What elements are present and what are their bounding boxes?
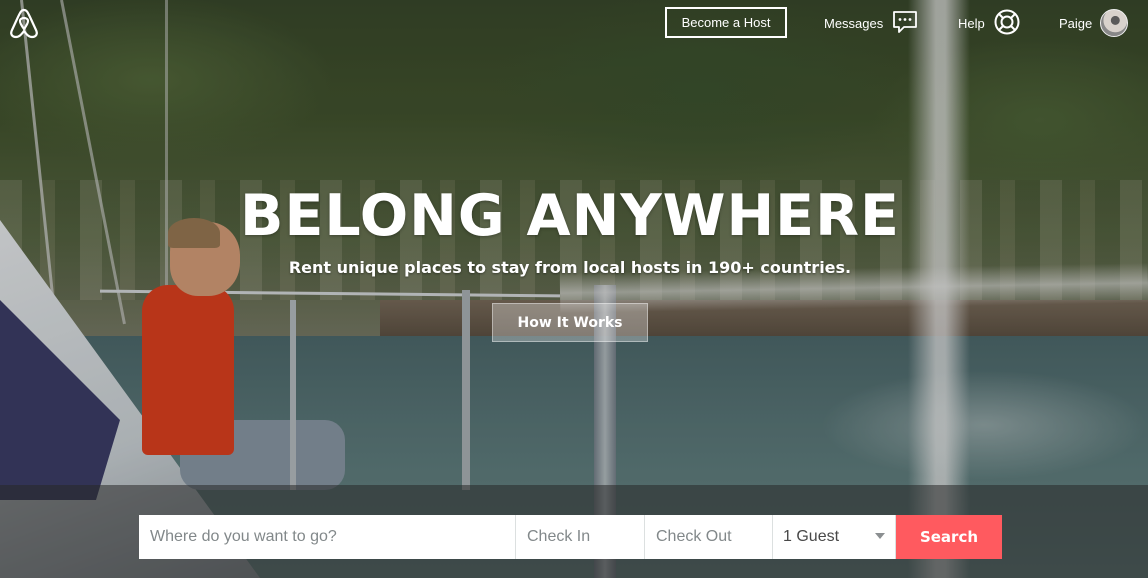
- how-it-works-button[interactable]: How It Works: [492, 303, 648, 342]
- message-bubble-icon: [891, 9, 919, 38]
- hero-headline: BELONG ANYWHERE: [240, 183, 900, 249]
- help-link[interactable]: Help: [958, 8, 1021, 38]
- help-label: Help: [958, 15, 985, 31]
- hero-subline: Rent unique places to stay from local ho…: [288, 258, 852, 277]
- airbnb-logo-icon[interactable]: [8, 6, 40, 40]
- messages-link[interactable]: Messages: [824, 8, 919, 38]
- check-in-input[interactable]: Check In: [516, 515, 645, 559]
- check-out-input[interactable]: Check Out: [645, 515, 773, 559]
- destination-input[interactable]: Where do you want to go?: [139, 515, 516, 559]
- lifebuoy-icon: [993, 8, 1021, 39]
- user-name: Paige: [1059, 15, 1093, 31]
- user-menu[interactable]: Paige: [1059, 8, 1129, 38]
- guests-value: 1 Guest: [783, 528, 840, 545]
- chevron-down-icon: [875, 533, 885, 539]
- guests-select[interactable]: 1 Guest: [773, 515, 896, 559]
- search-button[interactable]: Search: [896, 515, 1002, 559]
- become-a-host-button[interactable]: Become a Host: [665, 7, 787, 38]
- messages-label: Messages: [824, 15, 884, 31]
- avatar: [1100, 9, 1129, 37]
